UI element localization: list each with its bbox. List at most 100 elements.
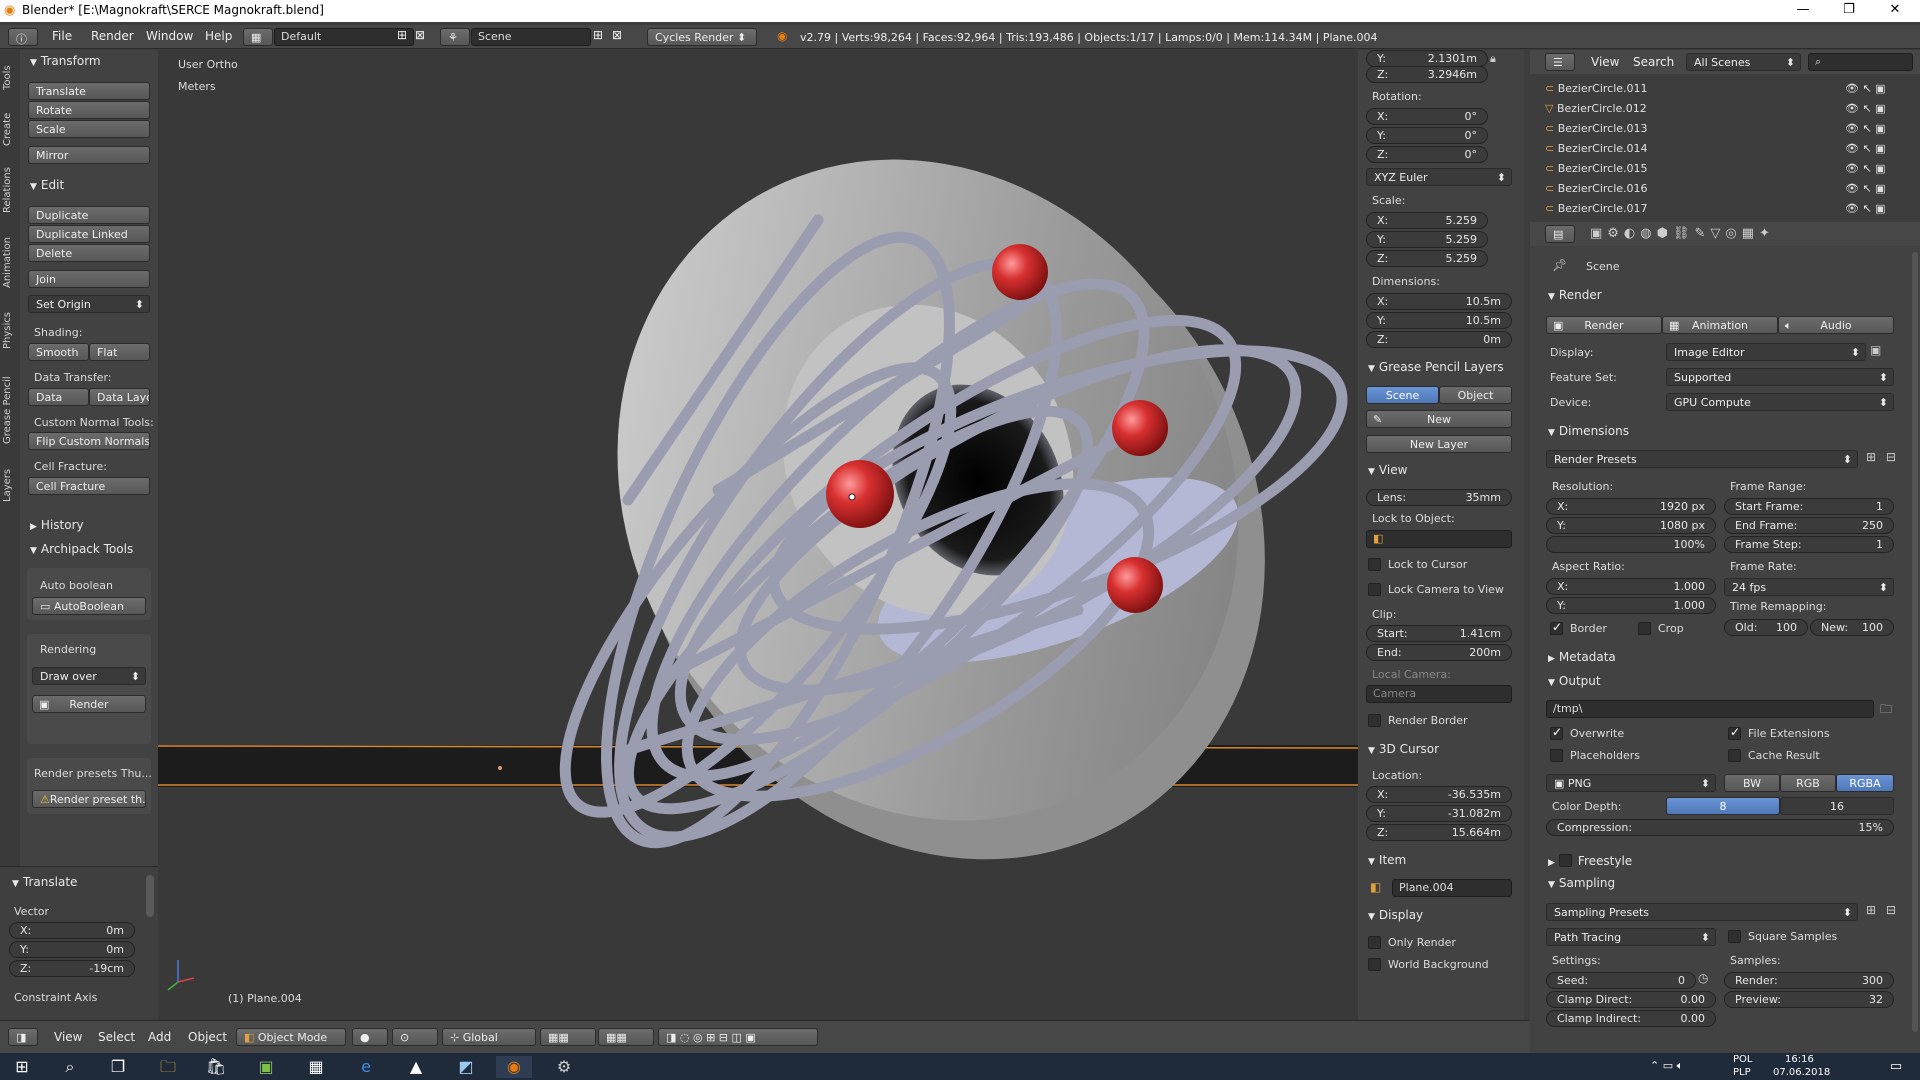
data-button[interactable]: Data xyxy=(28,388,89,406)
edge-browser-icon[interactable]: e xyxy=(348,1056,384,1078)
overwrite-checkbox[interactable] xyxy=(1550,725,1563,740)
scale-y-field[interactable]: Y: 5.259 xyxy=(1366,231,1488,248)
remove-preset-icon[interactable]: ⊟ xyxy=(1886,450,1896,464)
view-panel-title[interactable]: ▼ View xyxy=(1368,463,1407,477)
display-dropdown[interactable]: Image Editor ⬍ xyxy=(1666,343,1866,361)
depth-16-button[interactable]: 16 xyxy=(1780,797,1894,815)
menu-object[interactable]: Object xyxy=(188,1030,227,1044)
outliner-row[interactable]: ⊂ BezierCircle.016 👁︎ ↖ ▣ xyxy=(1545,182,1905,198)
location-y-field[interactable]: Y: 2.1301m xyxy=(1366,50,1488,67)
frame-rate-dropdown[interactable]: 24 fps ⬍ xyxy=(1724,578,1894,596)
aspect-x-field[interactable]: X: 1.000 xyxy=(1546,578,1716,595)
dimensions-x-field[interactable]: X: 10.5m xyxy=(1366,293,1512,310)
editor-type-outliner-icon[interactable]: ☰ xyxy=(1545,53,1575,71)
lock-cursor-checkbox[interactable] xyxy=(1368,558,1381,571)
editor-type-properties-icon[interactable]: ▤ xyxy=(1545,225,1575,243)
scene-icon[interactable]: ⚘ xyxy=(440,28,470,46)
display-panel-title[interactable]: ▼ Display xyxy=(1368,908,1423,922)
world-background-checkbox[interactable] xyxy=(1368,958,1381,971)
outliner-row[interactable]: ▽ BezierCircle.012 👁︎ ↖ ▣ xyxy=(1545,102,1905,118)
close-icon[interactable]: ✕ xyxy=(1872,0,1918,22)
draw-over-dropdown[interactable]: Draw over ⬍ xyxy=(32,667,146,685)
image-editor-icon[interactable]: ▣ xyxy=(1870,343,1881,357)
time-old-field[interactable]: Old: 100 xyxy=(1724,619,1808,636)
bw-button[interactable]: BW xyxy=(1724,774,1780,792)
crop-checkbox[interactable] xyxy=(1638,622,1651,635)
set-origin-dropdown[interactable]: Set Origin ⬍ xyxy=(28,295,150,313)
search-icon[interactable]: ⌕ xyxy=(52,1056,88,1078)
file-format-dropdown[interactable]: ▣ PNG ⬍ xyxy=(1546,774,1716,792)
square-samples-checkbox[interactable] xyxy=(1728,930,1741,943)
cursor-x-field[interactable]: X: -36.535m xyxy=(1366,786,1512,803)
tab-grease-pencil[interactable]: Grease Pencil xyxy=(2,365,16,455)
render-presets-dropdown[interactable]: Render Presets ⬍ xyxy=(1546,450,1858,468)
smooth-button[interactable]: Smooth xyxy=(28,343,89,361)
time-new-field[interactable]: New: 100 xyxy=(1810,619,1894,636)
cursor-y-field[interactable]: Y: -31.082m xyxy=(1366,805,1512,822)
outliner-row[interactable]: ⊂ BezierCircle.014 👁︎ ↖ ▣ xyxy=(1545,142,1905,158)
flat-button[interactable]: Flat xyxy=(89,343,150,361)
vector-z-field[interactable]: Z: -19cm xyxy=(9,960,135,977)
translate-button[interactable]: Translate xyxy=(28,82,150,100)
notes-icon[interactable]: ◩ xyxy=(448,1056,484,1078)
device-dropdown[interactable]: GPU Compute ⬍ xyxy=(1666,393,1894,411)
render-button[interactable]: ▣ Render xyxy=(1546,316,1662,334)
scale-x-field[interactable]: X: 5.259 xyxy=(1366,212,1488,229)
item-name-field[interactable]: Plane.004 xyxy=(1392,879,1512,897)
tab-physics[interactable]: Physics xyxy=(2,305,16,357)
context-tabs-icons[interactable]: ▣⚙◐◍⬢⛓✎▽◎▦✦ xyxy=(1590,226,1775,241)
app-taskbar-icon[interactable]: ⚙ xyxy=(546,1056,582,1078)
menu-window[interactable]: Window xyxy=(146,29,193,43)
resolution-x-field[interactable]: X: 1920 px xyxy=(1546,498,1716,515)
dimensions-y-field[interactable]: Y: 10.5m xyxy=(1366,312,1512,329)
rgba-button[interactable]: RGBA xyxy=(1836,774,1894,792)
outliner-search-field[interactable]: ⌕ xyxy=(1808,53,1913,71)
scale-button[interactable]: Scale xyxy=(28,120,150,138)
end-frame-field[interactable]: End Frame: 250 xyxy=(1724,517,1894,534)
archipack-panel-title[interactable]: ▼ Archipack Tools xyxy=(30,542,133,556)
input-language[interactable]: POL xyxy=(1733,1054,1752,1065)
tab-relations[interactable]: Relations xyxy=(2,160,16,220)
menu-view[interactable]: View xyxy=(54,1030,82,1044)
visibility-icons[interactable]: 👁︎ ↖ ▣ xyxy=(1845,102,1886,115)
scene-field[interactable]: Scene xyxy=(471,28,591,46)
visibility-icons[interactable]: 👁︎ ↖ ▣ xyxy=(1845,182,1886,195)
preview-samples-field[interactable]: Preview: 32 xyxy=(1724,991,1894,1008)
cursor-z-field[interactable]: Z: 15.664m xyxy=(1366,824,1512,841)
outliner-row[interactable]: ⊂ BezierCircle.015 👁︎ ↖ ▣ xyxy=(1545,162,1905,178)
output-path-field[interactable]: /tmp\ xyxy=(1546,700,1874,718)
mirror-button[interactable]: Mirror xyxy=(28,146,150,164)
visibility-icons[interactable]: 👁︎ ↖ ▣ xyxy=(1845,162,1886,175)
history-panel-title[interactable]: ▶ History xyxy=(30,518,84,532)
clamp-direct-field[interactable]: Clamp Direct: 0.00 xyxy=(1546,991,1716,1008)
start-icon[interactable]: ⊞ xyxy=(4,1056,40,1078)
display-mode-dropdown[interactable]: All Scenes ⬍ xyxy=(1686,53,1801,71)
data-layout-button[interactable]: Data Layo xyxy=(89,388,150,406)
gp-scene-button[interactable]: Scene xyxy=(1366,386,1439,404)
shading-mode-icon[interactable]: ● xyxy=(352,1028,388,1046)
border-checkbox[interactable] xyxy=(1550,620,1563,635)
calculator-icon[interactable]: ▦ xyxy=(298,1056,334,1078)
lock-object-field[interactable]: ◧ xyxy=(1366,530,1512,548)
app-icon[interactable]: ▣ xyxy=(248,1056,284,1078)
clip-start-field[interactable]: Start: 1.41cm xyxy=(1366,625,1512,642)
add-scene-icon[interactable]: ⊞ xyxy=(593,28,603,42)
clock-time[interactable]: 16:16 xyxy=(1785,1054,1814,1065)
menu-help[interactable]: Help xyxy=(205,29,232,43)
render-border-checkbox[interactable] xyxy=(1368,714,1381,727)
photos-icon[interactable]: ▲ xyxy=(398,1056,434,1078)
remove-scene-icon[interactable]: ⊠ xyxy=(612,28,622,42)
outliner-menu-search[interactable]: Search xyxy=(1633,55,1674,69)
pivot-icon[interactable]: ⊙ xyxy=(392,1028,438,1046)
resolution-percent-field[interactable]: 100% xyxy=(1546,536,1716,553)
rotate-button[interactable]: Rotate xyxy=(28,101,150,119)
auto-boolean-button[interactable]: ▭ AutoBoolean xyxy=(32,597,146,615)
resolution-y-field[interactable]: Y: 1080 px xyxy=(1546,517,1716,534)
compression-slider[interactable]: Compression: 15% xyxy=(1546,819,1894,836)
rgb-button[interactable]: RGB xyxy=(1780,774,1836,792)
delete-button[interactable]: Delete xyxy=(28,244,150,262)
outliner-menu-view[interactable]: View xyxy=(1591,55,1619,69)
visibility-icons[interactable]: 👁︎ ↖ ▣ xyxy=(1845,122,1886,135)
blender-taskbar-icon[interactable]: ◉ xyxy=(496,1056,532,1078)
dimensions-panel-title[interactable]: ▼ Dimensions xyxy=(1548,424,1629,438)
